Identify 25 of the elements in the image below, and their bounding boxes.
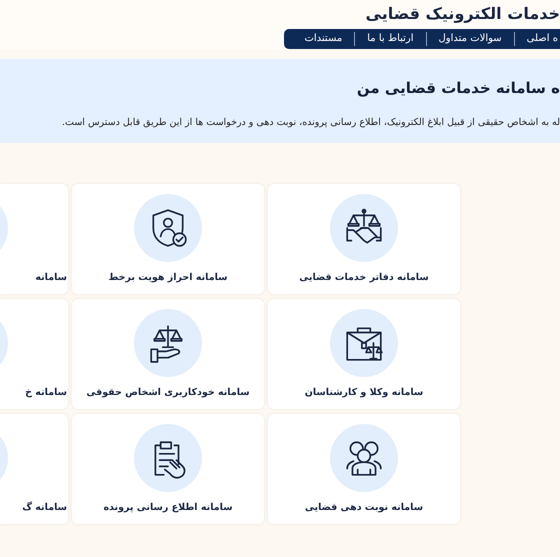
card-label: سامانه گ <box>22 502 67 513</box>
service-card[interactable]: سامانه اطلاع رسانی پرونده <box>72 414 264 524</box>
card-label: سامانه خودکاربری اشخاص حقوقی <box>86 387 250 398</box>
service-card[interactable]: سامانه وکلا و کارشناسان <box>268 299 460 409</box>
nav-link[interactable]: ه اصلی <box>514 32 560 46</box>
card-label: سامانه دفاتر خدمات قضایی <box>299 272 429 283</box>
card-label: سامانه وکلا و کارشناسان <box>304 387 424 398</box>
service-card[interactable]: سامانه خ <box>0 299 68 409</box>
nav-link[interactable]: سوالات متداول <box>426 32 514 46</box>
banner-title: ه سامانه خدمات قضایی من <box>356 79 560 97</box>
service-card[interactable]: سامانه <box>0 184 68 294</box>
nav-link[interactable]: ارتباط با ما <box>354 32 426 46</box>
card-label: سامانه اطلاع رسانی پرونده <box>103 502 233 513</box>
card-label: سامانه <box>35 272 67 283</box>
card-label: سامانه احراز هویت برخط <box>108 272 228 283</box>
service-card[interactable]: سامانه دفاتر خدمات قضایی <box>268 184 460 294</box>
service-card[interactable]: سامانه خودکاربری اشخاص حقوقی <box>72 299 264 409</box>
card-label: سامانه خ <box>25 387 67 398</box>
banner-description: له به اشخاص حقیقی از قبیل ابلاغ الکترونیک، اطلاع رسانی پرونده، نوبت دهی و درخواست ها از این طریق قابل دسترس است. <box>62 117 560 128</box>
nav-link[interactable]: مستندات <box>292 32 354 46</box>
service-card[interactable]: سامانه گ <box>0 414 68 524</box>
service-card[interactable]: سامانه احراز هویت برخط <box>72 184 264 294</box>
site-title: خدمات الکترونیک قضایی <box>366 3 560 25</box>
service-card[interactable]: سامانه نوبت دهی قضایی <box>268 414 460 524</box>
card-label: سامانه نوبت دهی قضایی <box>304 502 424 513</box>
